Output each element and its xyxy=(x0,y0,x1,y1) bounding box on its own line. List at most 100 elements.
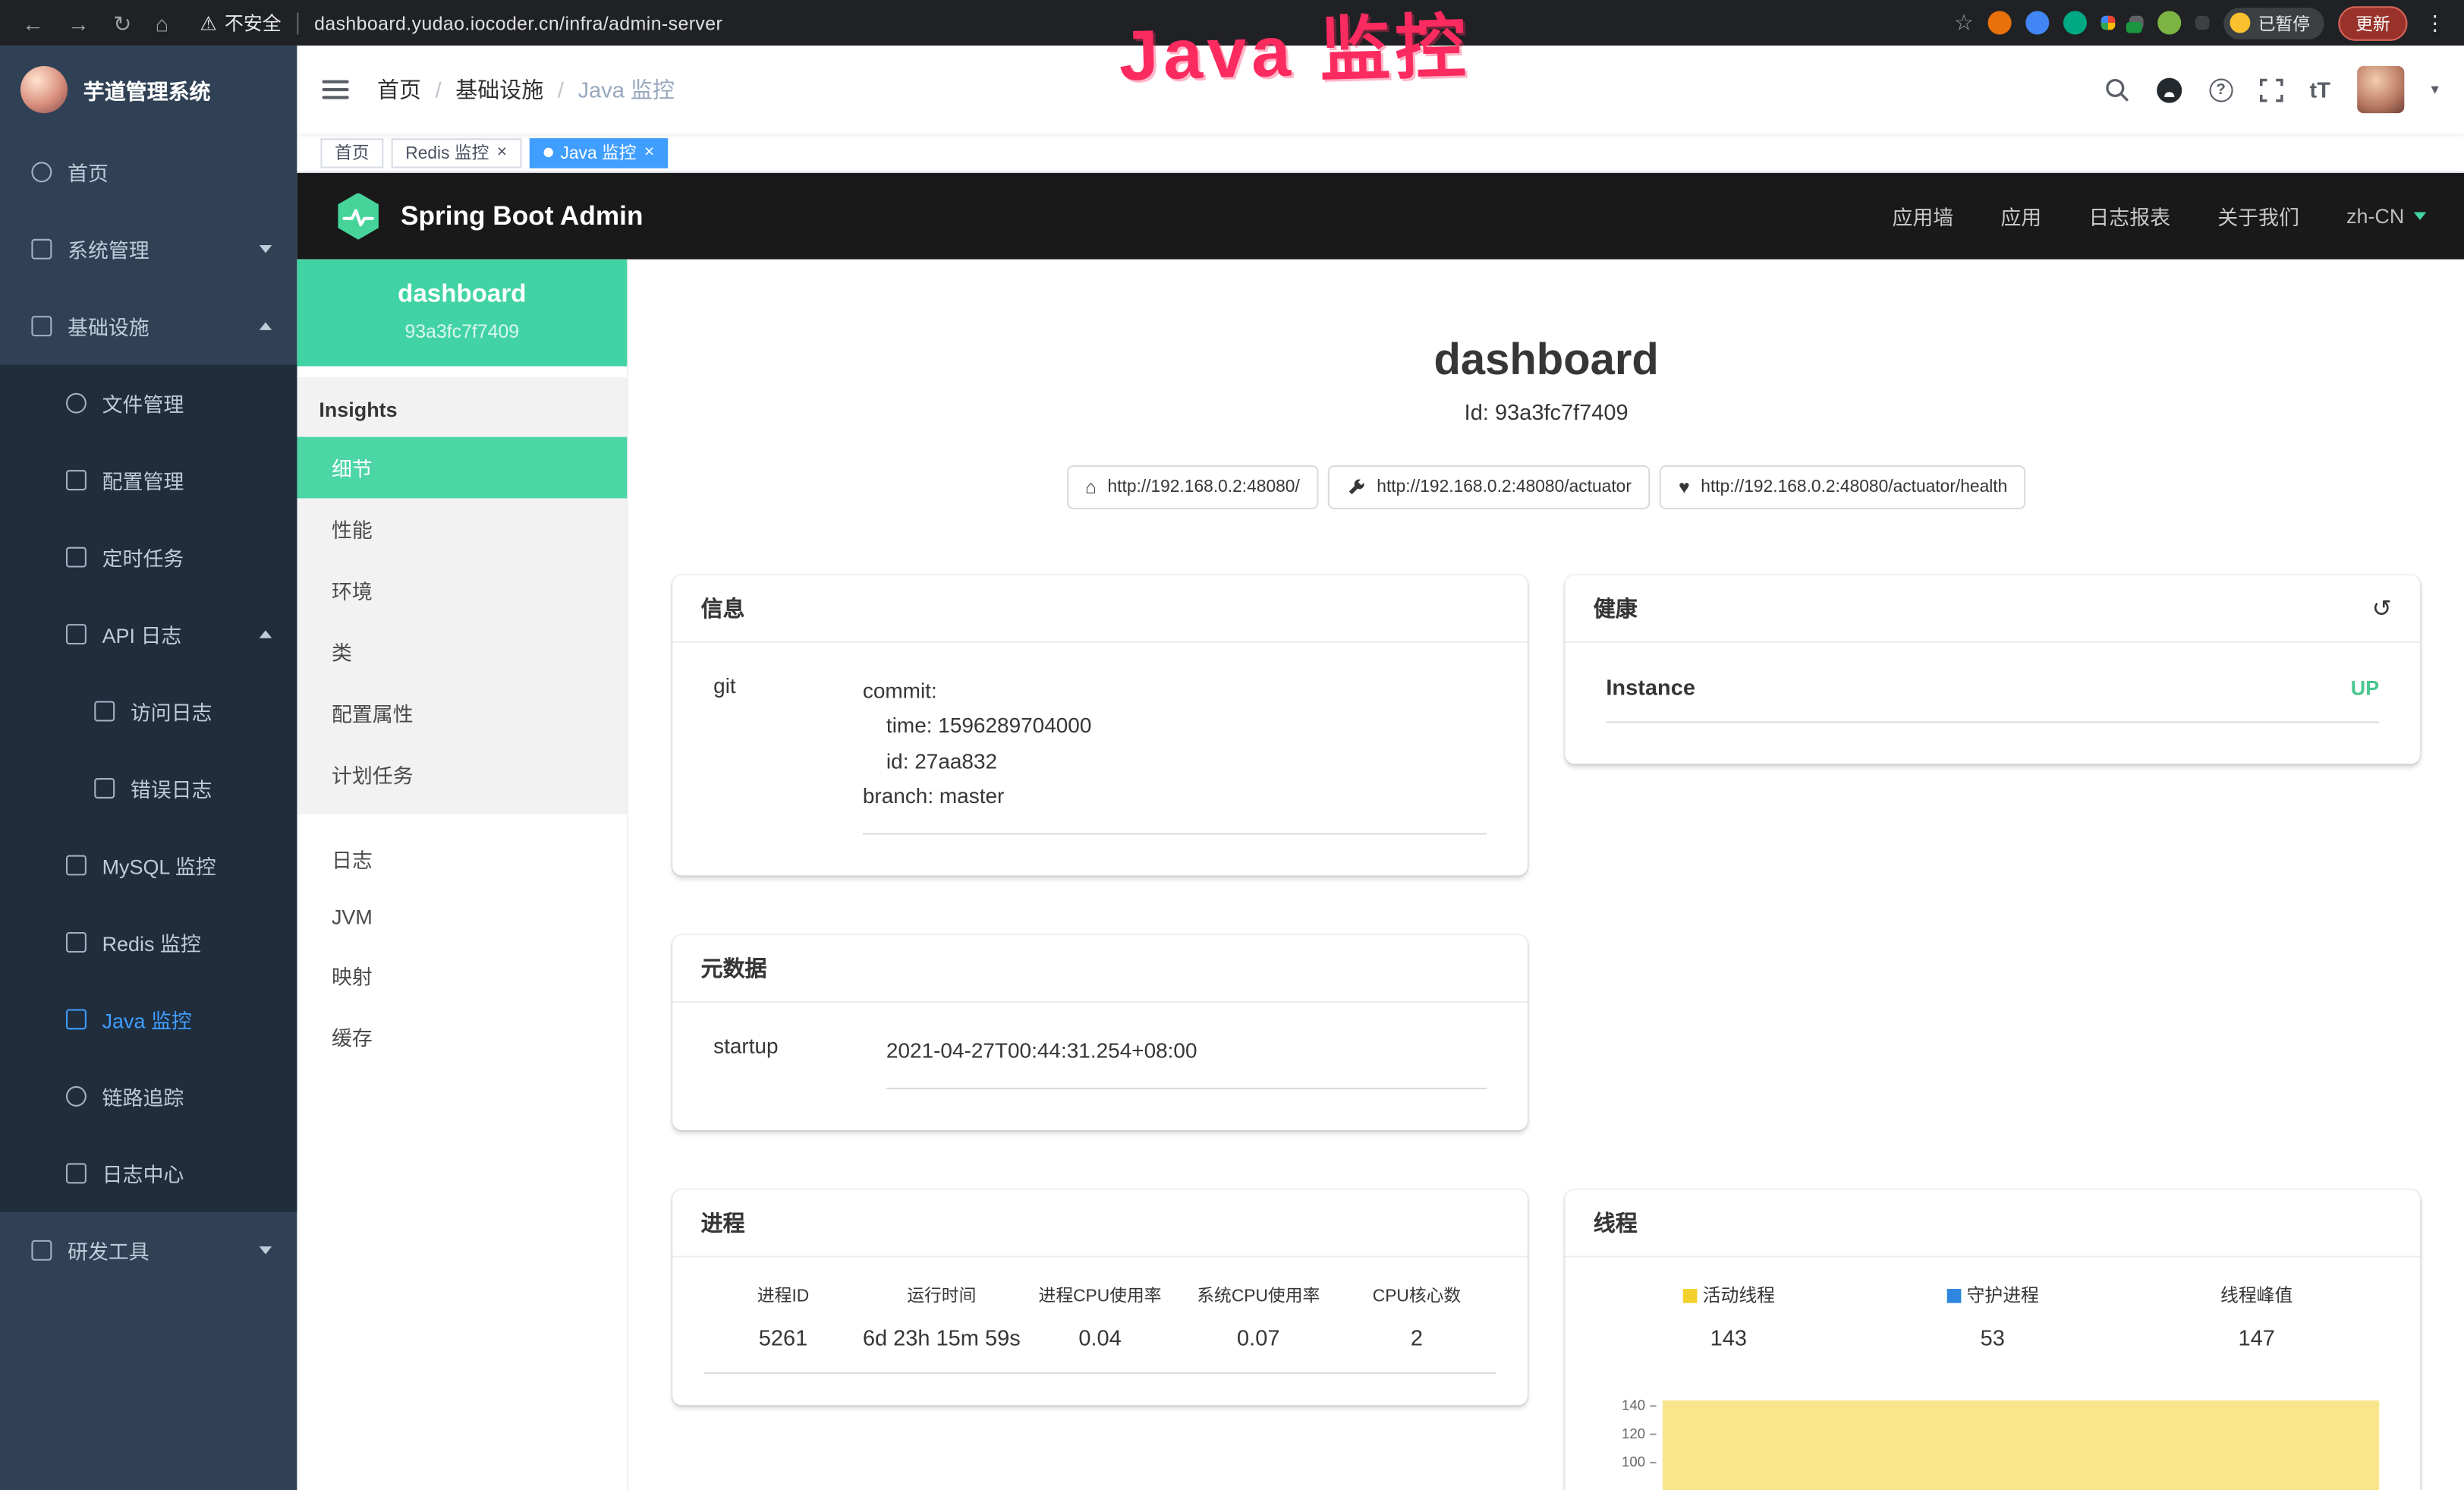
history-icon[interactable]: ↺ xyxy=(2372,594,2392,622)
sidebar-item-log-center[interactable]: 日志中心 xyxy=(0,1135,297,1211)
browser-menu-icon[interactable]: ⋮ xyxy=(2422,10,2448,35)
col-header: 进程ID xyxy=(704,1283,863,1308)
bookmark-star-icon[interactable]: ☆ xyxy=(1954,9,1974,36)
sba-navbar: Spring Boot Admin 应用墙 应用 日志报表 关于我们 zh-CN xyxy=(297,173,2464,260)
tab-redis-monitor[interactable]: Redis 监控 × xyxy=(392,137,521,167)
sba-nav-journal[interactable]: 日志报表 xyxy=(2088,201,2170,231)
actuator-url: http://192.168.0.2:48080/actuator xyxy=(1377,478,1632,497)
sba-nav-wall[interactable]: 应用墙 xyxy=(1892,201,1953,231)
sidebar-item-redis-monitor[interactable]: Redis 监控 xyxy=(0,904,297,981)
health-url-button[interactable]: ♥ http://192.168.0.2:48080/actuator/heal… xyxy=(1660,465,2026,509)
logo-avatar xyxy=(20,66,68,113)
search-icon[interactable] xyxy=(2104,77,2129,102)
sidebar-item-java-monitor[interactable]: Java 监控 xyxy=(0,981,297,1057)
sba-nav-links: 应用墙 应用 日志报表 关于我们 zh-CN xyxy=(1892,201,2426,231)
github-icon[interactable] xyxy=(2156,76,2182,102)
tab-java-monitor[interactable]: Java 监控 × xyxy=(529,137,669,167)
info-key: git xyxy=(713,674,863,834)
breadcrumb-separator: / xyxy=(436,77,442,102)
sidebar-item-config-management[interactable]: 配置管理 xyxy=(0,442,297,518)
metadata-card: 元数据 startup 2021-04-27T00:44:31.254+08:0… xyxy=(672,935,1528,1130)
address-bar[interactable]: dashboard.yudao.iocoder.cn/infra/admin-s… xyxy=(314,12,722,34)
sidebar-item-home[interactable]: 首页 xyxy=(0,134,297,210)
threads-chart: 140 120 100 xyxy=(1597,1376,2389,1490)
sidebar-item-infrastructure[interactable]: 基础设施 xyxy=(0,288,297,364)
security-indicator[interactable]: ⚠ 不安全 xyxy=(200,9,281,36)
status-badge: UP xyxy=(2351,675,2379,698)
process-card-body: 进程ID 5261 运行时间 6d 23h 15m 59s 进程CPU使用率 xyxy=(672,1258,1528,1406)
card-title: 健康 xyxy=(1594,593,1638,624)
toolbox-icon xyxy=(31,1240,52,1261)
hamburger-icon[interactable] xyxy=(323,80,349,99)
paused-badge[interactable]: 已暂停 xyxy=(2223,7,2324,38)
sba-nav-about[interactable]: 关于我们 xyxy=(2217,201,2299,231)
actuator-url-button[interactable]: http://192.168.0.2:48080/actuator xyxy=(1328,465,1651,509)
extension-icon-3[interactable] xyxy=(2063,11,2087,34)
refresh-icon[interactable]: ↻ xyxy=(113,12,131,34)
sba-item-details[interactable]: 细节 xyxy=(297,437,627,499)
sidebar-item-trace[interactable]: 链路追踪 xyxy=(0,1058,297,1135)
sba-item-metrics[interactable]: 性能 xyxy=(297,498,627,559)
sidebar-item-devtools[interactable]: 研发工具 xyxy=(0,1212,297,1289)
edit-icon xyxy=(66,470,87,490)
sba-item-caches[interactable]: 缓存 xyxy=(297,1006,627,1067)
service-url: http://192.168.0.2:48080/ xyxy=(1107,478,1299,497)
sba-item-scheduled[interactable]: 计划任务 xyxy=(297,743,627,805)
threads-legend: 活动线程 143 守护进程 xyxy=(1597,1283,2389,1350)
paused-label: 已暂停 xyxy=(2258,10,2310,35)
git-branch-line: branch: master xyxy=(863,780,1487,814)
extension-icon-4[interactable] xyxy=(2101,16,2116,30)
user-avatar[interactable] xyxy=(2357,66,2404,113)
close-icon[interactable]: × xyxy=(644,143,654,161)
font-size-icon[interactable]: tT xyxy=(2310,77,2330,102)
home-icon: ⌂ xyxy=(1085,478,1097,497)
sidebar-item-access-logs[interactable]: 访问日志 xyxy=(0,673,297,749)
close-icon[interactable]: × xyxy=(497,143,507,161)
caret-down-icon xyxy=(2414,213,2427,220)
breadcrumb-home[interactable]: 首页 xyxy=(377,74,421,105)
sidebar-item-api-logs[interactable]: API 日志 xyxy=(0,596,297,673)
breadcrumb-infrastructure[interactable]: 基础设施 xyxy=(455,74,543,105)
sidebar-item-mysql-monitor[interactable]: MySQL 监控 xyxy=(0,827,297,903)
sba-nav-applications[interactable]: 应用 xyxy=(2000,201,2041,231)
extension-icon-6[interactable] xyxy=(2157,11,2181,34)
sidebar-item-label: 定时任务 xyxy=(102,542,184,572)
home-icon[interactable]: ⌂ xyxy=(155,12,168,34)
sba-item-environment[interactable]: 环境 xyxy=(297,559,627,621)
legend-daemon-threads: 守护进程 53 xyxy=(1861,1283,2125,1350)
sba-item-mappings[interactable]: 映射 xyxy=(297,945,627,1006)
service-url-button[interactable]: ⌂ http://192.168.0.2:48080/ xyxy=(1066,465,1319,509)
col-value: 5261 xyxy=(704,1325,863,1350)
extension-icon-1[interactable] xyxy=(1988,11,2012,34)
extension-icon-5[interactable] xyxy=(2129,16,2144,30)
help-icon[interactable]: ? xyxy=(2209,78,2233,102)
caret-down-icon[interactable]: ▾ xyxy=(2431,81,2438,99)
sba-item-jvm[interactable]: JVM xyxy=(297,890,627,944)
info-card: 信息 git commit: time: 1596289704000 id: 2… xyxy=(672,575,1528,876)
extension-icon-2[interactable] xyxy=(2025,11,2049,34)
sba-item-config-props[interactable]: 配置属性 xyxy=(297,682,627,744)
update-button[interactable]: 更新 xyxy=(2338,5,2407,40)
legend-swatch-yellow xyxy=(1682,1289,1697,1303)
sidebar-logo[interactable]: 芋道管理系统 xyxy=(0,46,297,134)
fullscreen-icon[interactable] xyxy=(2259,78,2283,102)
sidebar-item-scheduled-tasks[interactable]: 定时任务 xyxy=(0,518,297,595)
back-icon[interactable]: ← xyxy=(22,12,44,34)
info-row: git commit: time: 1596289704000 id: 27aa… xyxy=(713,674,1487,834)
tab-home[interactable]: 首页 xyxy=(320,137,383,167)
sidebar-item-system[interactable]: 系统管理 xyxy=(0,210,297,287)
sidebar-item-file-management[interactable]: 文件管理 xyxy=(0,364,297,441)
sba-item-logs[interactable]: 日志 xyxy=(297,828,627,890)
sba-item-classes[interactable]: 类 xyxy=(297,621,627,682)
sidebar-item-error-logs[interactable]: 错误日志 xyxy=(0,750,297,827)
live-threads-area xyxy=(1663,1401,2379,1490)
forward-icon[interactable]: → xyxy=(68,12,90,34)
update-label: 更新 xyxy=(2355,10,2390,35)
ytick-label: 100 xyxy=(1622,1454,1645,1470)
col-value: 2 xyxy=(1338,1325,1496,1350)
browser-nav-buttons: ← → ↻ ⌂ xyxy=(0,12,184,34)
metadata-row: startup 2021-04-27T00:44:31.254+08:00 xyxy=(713,1035,1487,1090)
locale-selector[interactable]: zh-CN xyxy=(2346,204,2426,228)
health-row[interactable]: Instance UP xyxy=(1606,674,2379,723)
extension-icon-7[interactable] xyxy=(2195,16,2210,30)
